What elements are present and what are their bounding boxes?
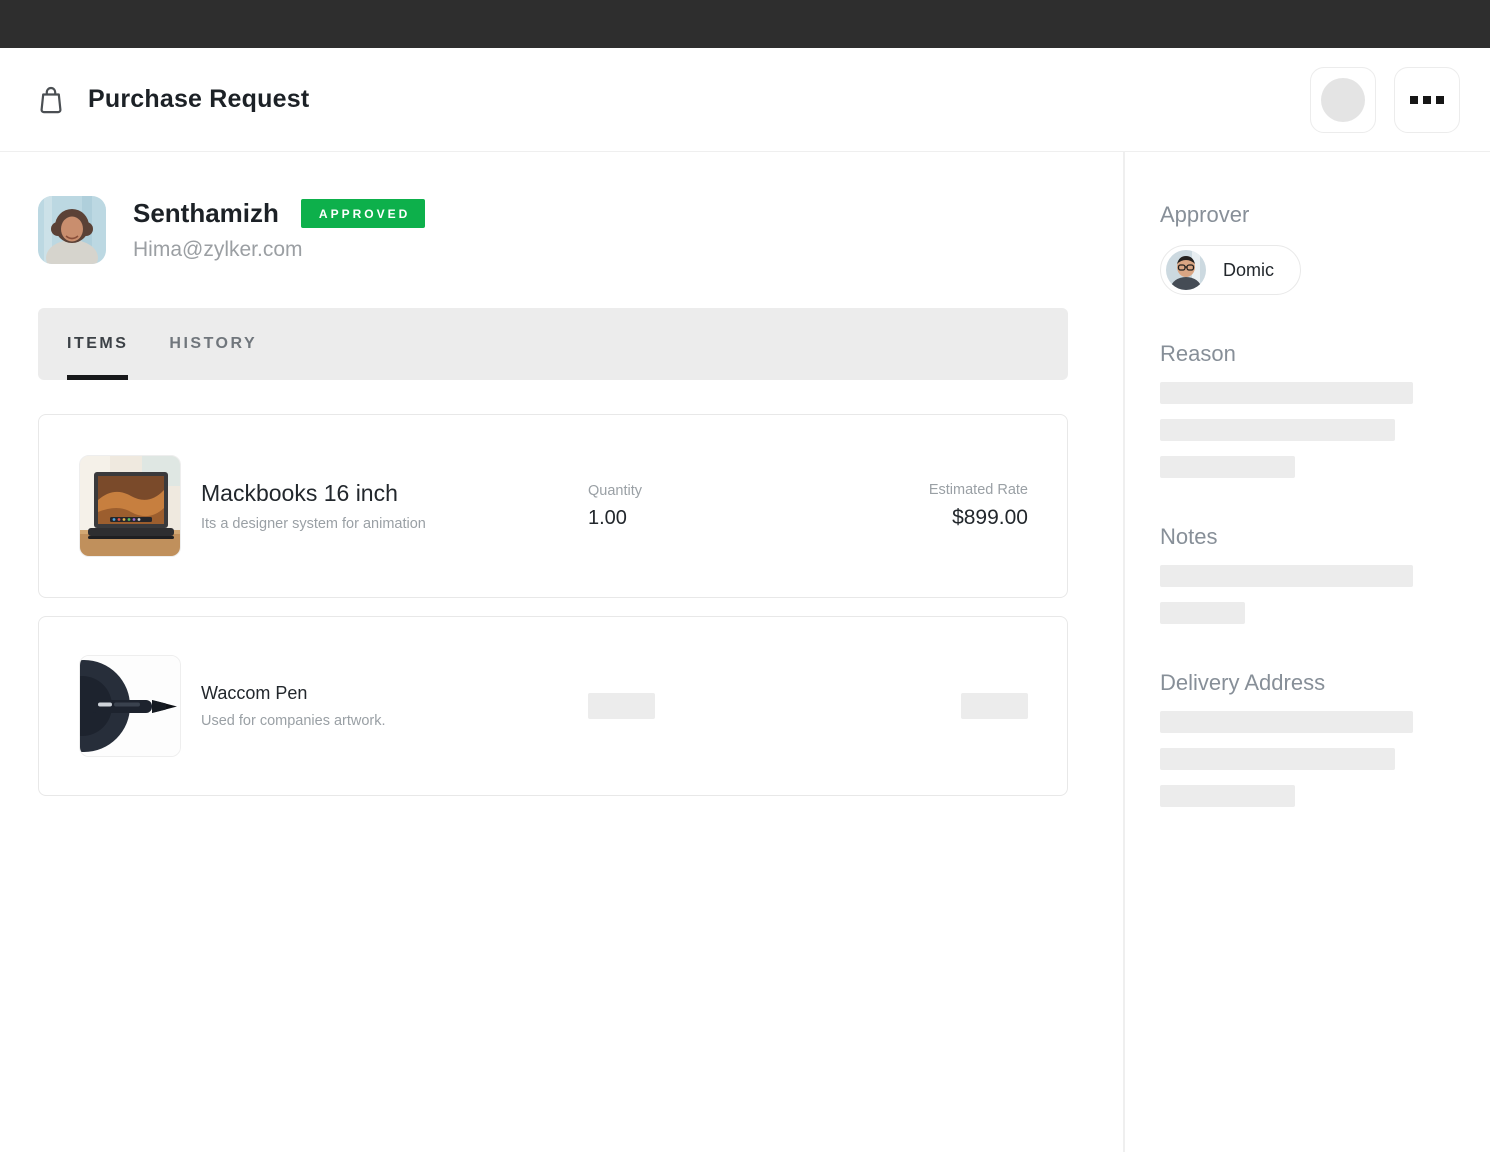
quantity-value: 1.00 xyxy=(588,507,793,530)
approver-name: Domic xyxy=(1223,260,1274,281)
details-sidebar: Approver Domic Re xyxy=(1125,152,1490,1152)
page-title: Purchase Request xyxy=(88,85,309,114)
rate-value: $899.00 xyxy=(793,506,1028,530)
skeleton-bar xyxy=(1160,711,1413,733)
tab-history[interactable]: HISTORY xyxy=(169,308,257,380)
shopping-bag-icon xyxy=(38,85,64,115)
approver-heading: Approver xyxy=(1160,202,1490,228)
item-name: Waccom Pen xyxy=(201,683,588,704)
macbook-photo xyxy=(79,455,181,557)
header-left: Purchase Request xyxy=(38,85,1310,115)
item-description: Its a designer system for animation xyxy=(201,516,588,532)
skeleton-bar xyxy=(1160,456,1295,478)
requester-profile: Senthamizh APPROVED Hima@zylker.com xyxy=(38,196,1066,264)
skeleton-bar xyxy=(1160,785,1295,807)
item-info: Mackbooks 16 inch Its a designer system … xyxy=(201,480,588,532)
skeleton-bar xyxy=(1160,382,1413,404)
quantity-column xyxy=(588,693,793,719)
skeleton-bar xyxy=(1160,748,1395,770)
top-dark-bar xyxy=(0,0,1490,48)
circle-placeholder-icon xyxy=(1321,78,1365,122)
notes-section: Notes xyxy=(1160,524,1490,624)
requester-name: Senthamizh xyxy=(133,198,279,229)
wacom-pen-photo xyxy=(79,655,181,757)
approver-avatar xyxy=(1166,250,1206,290)
status-circle-button[interactable] xyxy=(1310,67,1376,133)
page-header: Purchase Request xyxy=(0,48,1490,152)
item-info: Waccom Pen Used for companies artwork. xyxy=(201,683,588,729)
rate-column xyxy=(793,693,1028,719)
skeleton-bar xyxy=(1160,602,1245,624)
item-name: Mackbooks 16 inch xyxy=(201,480,588,507)
skeleton-bar xyxy=(588,693,655,719)
quantity-label: Quantity xyxy=(588,483,793,499)
rate-label: Estimated Rate xyxy=(793,482,1028,498)
skeleton-bar xyxy=(1160,565,1413,587)
reason-section: Reason xyxy=(1160,341,1490,478)
notes-heading: Notes xyxy=(1160,524,1490,550)
tab-bar: ITEMS HISTORY xyxy=(38,308,1068,380)
more-options-button[interactable] xyxy=(1394,67,1460,133)
tab-items[interactable]: ITEMS xyxy=(67,308,128,380)
delivery-address-heading: Delivery Address xyxy=(1160,670,1490,696)
content-area: Senthamizh APPROVED Hima@zylker.com ITEM… xyxy=(0,152,1490,1152)
requester-text: Senthamizh APPROVED Hima@zylker.com xyxy=(133,196,425,264)
skeleton-bar xyxy=(1160,419,1395,441)
ellipsis-icon xyxy=(1410,96,1444,104)
approver-section: Approver Domic xyxy=(1160,202,1490,295)
rate-column: Estimated Rate $899.00 xyxy=(793,482,1028,530)
item-card-macbook[interactable]: Mackbooks 16 inch Its a designer system … xyxy=(38,414,1068,598)
main-panel: Senthamizh APPROVED Hima@zylker.com ITEM… xyxy=(0,152,1125,1152)
requester-email: Hima@zylker.com xyxy=(133,238,425,262)
item-card-wacom-pen[interactable]: Waccom Pen Used for companies artwork. xyxy=(38,616,1068,796)
item-description: Used for companies artwork. xyxy=(201,713,588,729)
status-badge: APPROVED xyxy=(301,199,425,228)
skeleton-bar xyxy=(961,693,1028,719)
quantity-column: Quantity 1.00 xyxy=(588,483,793,530)
requester-avatar xyxy=(38,196,106,264)
delivery-address-section: Delivery Address xyxy=(1160,670,1490,807)
header-actions xyxy=(1310,67,1460,133)
reason-heading: Reason xyxy=(1160,341,1490,367)
approver-chip[interactable]: Domic xyxy=(1160,245,1301,295)
